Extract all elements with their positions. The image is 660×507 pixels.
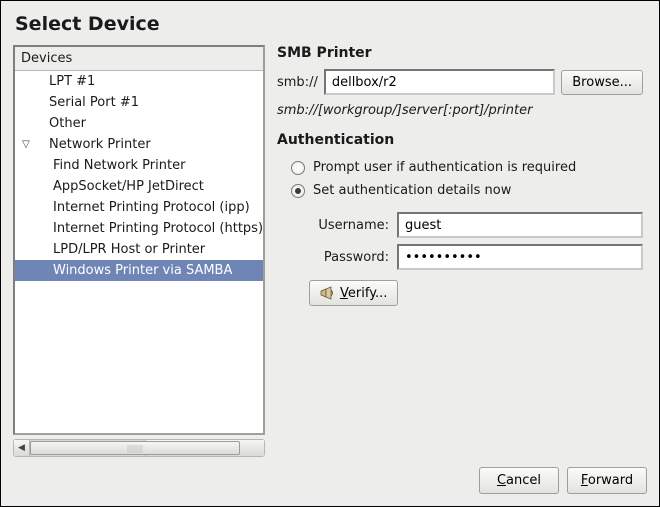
auth-option-set[interactable]: Set authentication details now xyxy=(291,183,643,198)
tree-item-label: AppSocket/HP JetDirect xyxy=(19,176,204,197)
dialog-content: Devices LPT #1Serial Port #1Other▽Networ… xyxy=(13,45,647,457)
tree-item-label: LPT #1 xyxy=(35,71,95,92)
tree-item-label: Internet Printing Protocol (ipp) xyxy=(19,197,250,218)
cancel-button[interactable]: Cancel xyxy=(479,467,559,494)
auth-option-prompt[interactable]: Prompt user if authentication is require… xyxy=(291,160,643,175)
browse-button[interactable]: Browse... xyxy=(561,70,643,95)
tree-item[interactable]: AppSocket/HP JetDirect xyxy=(15,176,263,197)
tree-item-label: Windows Printer via SAMBA xyxy=(19,260,232,281)
scroll-thumb[interactable] xyxy=(30,441,240,455)
device-tree: Devices LPT #1Serial Port #1Other▽Networ… xyxy=(13,45,265,435)
tree-item[interactable]: Find Network Printer xyxy=(15,155,263,176)
device-tree-body[interactable]: LPT #1Serial Port #1Other▽Network Printe… xyxy=(15,71,263,433)
tree-item-label: LPD/LPR Host or Printer xyxy=(19,239,205,260)
smb-uri-input[interactable] xyxy=(324,69,555,95)
tree-item[interactable]: ▽Network Printer xyxy=(15,134,263,155)
tree-item[interactable]: LPT #1 xyxy=(15,71,263,92)
smb-section-title: SMB Printer xyxy=(277,45,643,61)
tree-item[interactable]: Other xyxy=(15,113,263,134)
verify-button[interactable]: Verify... xyxy=(309,280,398,306)
device-panel: Devices LPT #1Serial Port #1Other▽Networ… xyxy=(13,45,265,457)
tree-item-label: Internet Printing Protocol (https) xyxy=(19,218,263,239)
username-input[interactable] xyxy=(397,212,643,238)
dialog-footer: Cancel Forward xyxy=(13,457,647,494)
tree-item[interactable]: Internet Printing Protocol (ipp) xyxy=(15,197,263,218)
smb-prefix-label: smb:// xyxy=(277,75,318,90)
forward-button[interactable]: Forward xyxy=(567,467,647,494)
tree-item[interactable]: Internet Printing Protocol (https) xyxy=(15,218,263,239)
tree-item[interactable]: Serial Port #1 xyxy=(15,92,263,113)
tree-item-label: Serial Port #1 xyxy=(35,92,139,113)
dialog-window: Select Device Devices LPT #1Serial Port … xyxy=(0,0,660,507)
password-row: Password: xyxy=(309,244,643,270)
dialog-title: Select Device xyxy=(15,13,647,35)
tree-item[interactable]: Windows Printer via SAMBA xyxy=(15,260,263,281)
radio-icon xyxy=(291,161,305,175)
verify-row: Verify... xyxy=(309,280,643,306)
device-tree-header: Devices xyxy=(15,47,263,71)
smb-uri-hint: smb://[workgroup/]server[:port]/printer xyxy=(277,103,643,118)
scroll-left-icon[interactable]: ◀ xyxy=(14,440,30,456)
spacer xyxy=(277,306,643,457)
tree-item-label: Other xyxy=(35,113,86,134)
verify-button-label: Verify... xyxy=(340,286,387,301)
radio-icon xyxy=(291,184,305,198)
horizontal-scrollbar[interactable]: ◀ ▶ xyxy=(13,439,265,457)
tree-item-label: Find Network Printer xyxy=(19,155,185,176)
tree-item-label: Network Printer xyxy=(35,134,151,155)
auth-option-prompt-label: Prompt user if authentication is require… xyxy=(313,160,576,175)
megaphone-icon xyxy=(320,285,336,301)
settings-panel: SMB Printer smb:// Browse... smb://[work… xyxy=(277,45,647,457)
auth-section-title: Authentication xyxy=(277,132,643,148)
username-row: Username: xyxy=(309,212,643,238)
username-label: Username: xyxy=(309,218,389,233)
tree-item[interactable]: LPD/LPR Host or Printer xyxy=(15,239,263,260)
expander-open-icon[interactable]: ▽ xyxy=(19,134,33,155)
auth-credentials: Username: Password: Verify... xyxy=(277,206,643,306)
auth-option-set-label: Set authentication details now xyxy=(313,183,511,198)
password-input[interactable] xyxy=(397,244,643,270)
password-label: Password: xyxy=(309,250,389,265)
scroll-track[interactable] xyxy=(30,440,145,456)
smb-uri-row: smb:// Browse... xyxy=(277,69,643,95)
